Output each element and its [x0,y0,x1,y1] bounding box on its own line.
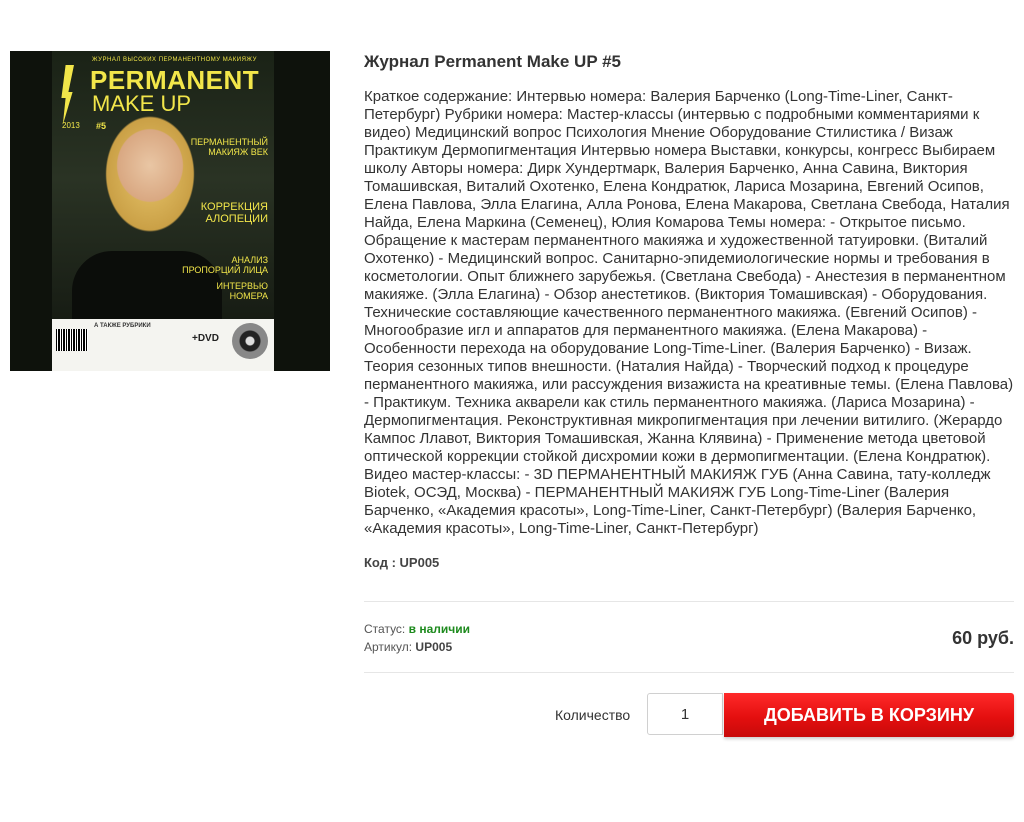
article-label: Артикул: [364,640,413,654]
stock-status: Статус: в наличии [364,622,470,636]
cover-top-line: ЖУРНАЛ ВЫСОКИХ ПЕРМАНЕНТНОМУ МАКИЯЖУ [92,57,257,63]
cover-dvd-label: +DVD [192,333,219,344]
product-code-value: UP005 [399,555,440,570]
divider [364,672,1014,673]
product-price: 60 руб. [952,628,1014,648]
product-image[interactable]: ЖУРНАЛ ВЫСОКИХ ПЕРМАНЕНТНОМУ МАКИЯЖУ PER… [10,51,330,371]
status-label: Статус: [364,622,406,636]
product-title: Журнал Permanent Make UP #5 [364,52,622,71]
magazine-cover: ЖУРНАЛ ВЫСОКИХ ПЕРМАНЕНТНОМУ МАКИЯЖУ PER… [52,51,274,371]
product-code: Код : UP005 [364,555,439,570]
cover-bottom-strip: А ТАКЖЕ РУБРИКИ +DVD [52,319,274,371]
product-code-label: Код : [364,555,396,570]
dvd-disc-icon [232,323,268,359]
cover-year: 2013 [62,121,80,130]
cover-rubrics: А ТАКЖЕ РУБРИКИ [94,323,151,329]
quantity-label: Количество [555,707,631,723]
article-number: Артикул: UP005 [364,640,452,654]
quantity-input[interactable] [647,693,723,735]
status-badge: в наличии [408,622,470,636]
bolt-logo-icon [61,65,74,125]
article-value: UP005 [415,640,453,654]
divider [364,601,1014,602]
cover-headline-4: ИНТЕРВЬЮ НОМЕРА [216,281,268,301]
product-description: Краткое содержание: Интервью номера: Вал… [364,88,1014,537]
cover-headline-1: ПЕРМАНЕНТНЫЙ МАКИЯЖ ВЕК [190,137,268,157]
barcode-icon [56,329,88,351]
cover-headline-3: АНАЛИЗ ПРОПОРЦИЙ ЛИЦА [182,255,268,275]
cover-headline-2: КОРРЕКЦИЯ АЛОПЕЦИИ [200,201,268,225]
add-to-cart-button[interactable]: ДОБАВИТЬ В КОРЗИНУ [724,693,1014,737]
